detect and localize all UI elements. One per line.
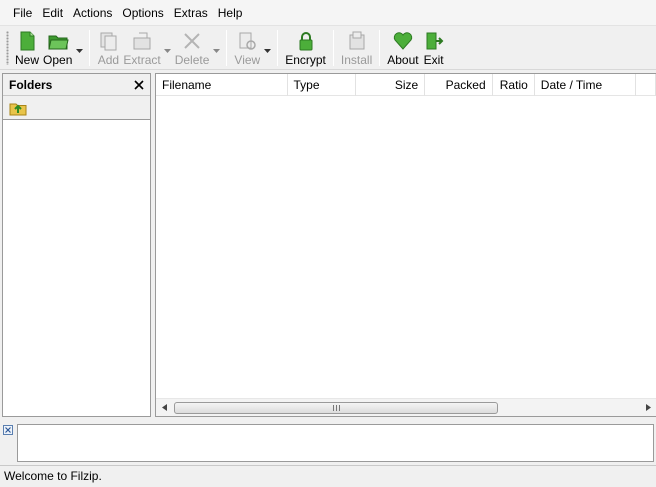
install-label: Install <box>340 53 373 67</box>
main-toolbar: New Open Add Extract Delete View Encrypt… <box>0 26 656 70</box>
new-label: New <box>15 53 40 67</box>
delete-dropdown-button[interactable] <box>211 26 221 68</box>
column-header-row: Filename Type Size Packed Ratio Date / T… <box>156 74 656 96</box>
scrollbar-track[interactable] <box>172 400 640 416</box>
scrollbar-thumb[interactable] <box>174 401 498 414</box>
menu-help[interactable]: Help <box>213 4 248 22</box>
column-packed[interactable]: Packed <box>425 74 493 96</box>
thumb-grip-icon <box>332 404 340 411</box>
file-list-body[interactable] <box>156 96 656 398</box>
status-bar: Welcome to Filzip. <box>0 465 656 487</box>
toolbar-grip[interactable] <box>6 31 9 65</box>
chevron-down-icon <box>212 49 220 53</box>
horizontal-scrollbar[interactable] <box>156 398 656 416</box>
chevron-down-icon <box>263 49 271 53</box>
folder-tree[interactable] <box>3 121 150 416</box>
extract-dropdown-button[interactable] <box>163 26 173 68</box>
open-dropdown-button[interactable] <box>74 26 84 68</box>
menu-edit[interactable]: Edit <box>37 4 68 22</box>
add-files-icon <box>100 32 117 51</box>
toolbar-separator <box>89 30 91 66</box>
menu-file[interactable]: File <box>8 4 37 22</box>
close-icon <box>134 79 144 90</box>
chevron-down-icon <box>75 49 83 53</box>
column-extra[interactable] <box>636 74 656 96</box>
open-button[interactable]: Open <box>41 26 74 68</box>
toolbar-separator <box>226 30 228 66</box>
install-icon <box>349 31 365 50</box>
close-log-button[interactable] <box>3 425 13 435</box>
delete-icon <box>184 33 200 49</box>
heart-icon <box>393 32 413 50</box>
exit-button[interactable]: Exit <box>421 26 447 68</box>
menu-extras[interactable]: Extras <box>169 4 213 22</box>
new-archive-icon <box>20 31 35 51</box>
menu-actions[interactable]: Actions <box>68 4 117 22</box>
arrow-right-icon <box>645 404 651 411</box>
toolbar-separator <box>332 30 334 66</box>
column-date-time[interactable]: Date / Time <box>535 74 637 96</box>
file-list[interactable]: Filename Type Size Packed Ratio Date / T… <box>155 73 656 417</box>
folders-toolbar <box>3 96 150 120</box>
exit-label: Exit <box>423 53 444 67</box>
scroll-left-button[interactable] <box>156 400 172 416</box>
menu-options[interactable]: Options <box>117 4 168 22</box>
open-folder-icon <box>48 35 69 50</box>
extract-icon <box>133 32 151 50</box>
view-button[interactable]: View <box>232 26 262 68</box>
column-ratio[interactable]: Ratio <box>493 74 535 96</box>
column-type[interactable]: Type <box>288 74 356 96</box>
scroll-right-button[interactable] <box>640 400 656 416</box>
close-folders-button[interactable] <box>132 78 146 92</box>
column-size[interactable]: Size <box>356 74 426 96</box>
folders-title: Folders <box>9 77 53 92</box>
view-file-icon <box>239 32 257 50</box>
delete-button[interactable]: Delete <box>173 26 212 68</box>
about-button[interactable]: About <box>385 26 420 68</box>
install-button[interactable]: Install <box>339 26 374 68</box>
chevron-down-icon <box>164 49 172 53</box>
menu-bar: File Edit Actions Options Extras Help <box>0 0 656 26</box>
lock-icon <box>299 32 313 51</box>
column-filename[interactable]: Filename <box>156 74 288 96</box>
folder-up-icon[interactable] <box>9 100 27 116</box>
toolbar-separator <box>379 30 381 66</box>
view-label: View <box>234 53 261 67</box>
extract-label: Extract <box>123 53 161 67</box>
encrypt-label: Encrypt <box>285 53 326 67</box>
view-dropdown-button[interactable] <box>262 26 272 68</box>
exit-door-icon <box>426 32 444 50</box>
encrypt-button[interactable]: Encrypt <box>283 26 328 68</box>
add-button[interactable]: Add <box>95 26 121 68</box>
new-button[interactable]: New <box>13 26 41 68</box>
close-icon <box>5 427 11 433</box>
log-panel[interactable] <box>17 424 654 462</box>
status-text: Welcome to Filzip. <box>4 469 102 483</box>
toolbar-separator <box>277 30 279 66</box>
arrow-left-icon <box>161 404 167 411</box>
about-label: About <box>387 53 419 67</box>
folders-header: Folders <box>3 74 150 96</box>
delete-label: Delete <box>174 53 210 67</box>
add-label: Add <box>97 53 120 67</box>
open-label: Open <box>43 53 73 67</box>
folders-pane: Folders <box>2 73 151 417</box>
extract-button[interactable]: Extract <box>121 26 162 68</box>
